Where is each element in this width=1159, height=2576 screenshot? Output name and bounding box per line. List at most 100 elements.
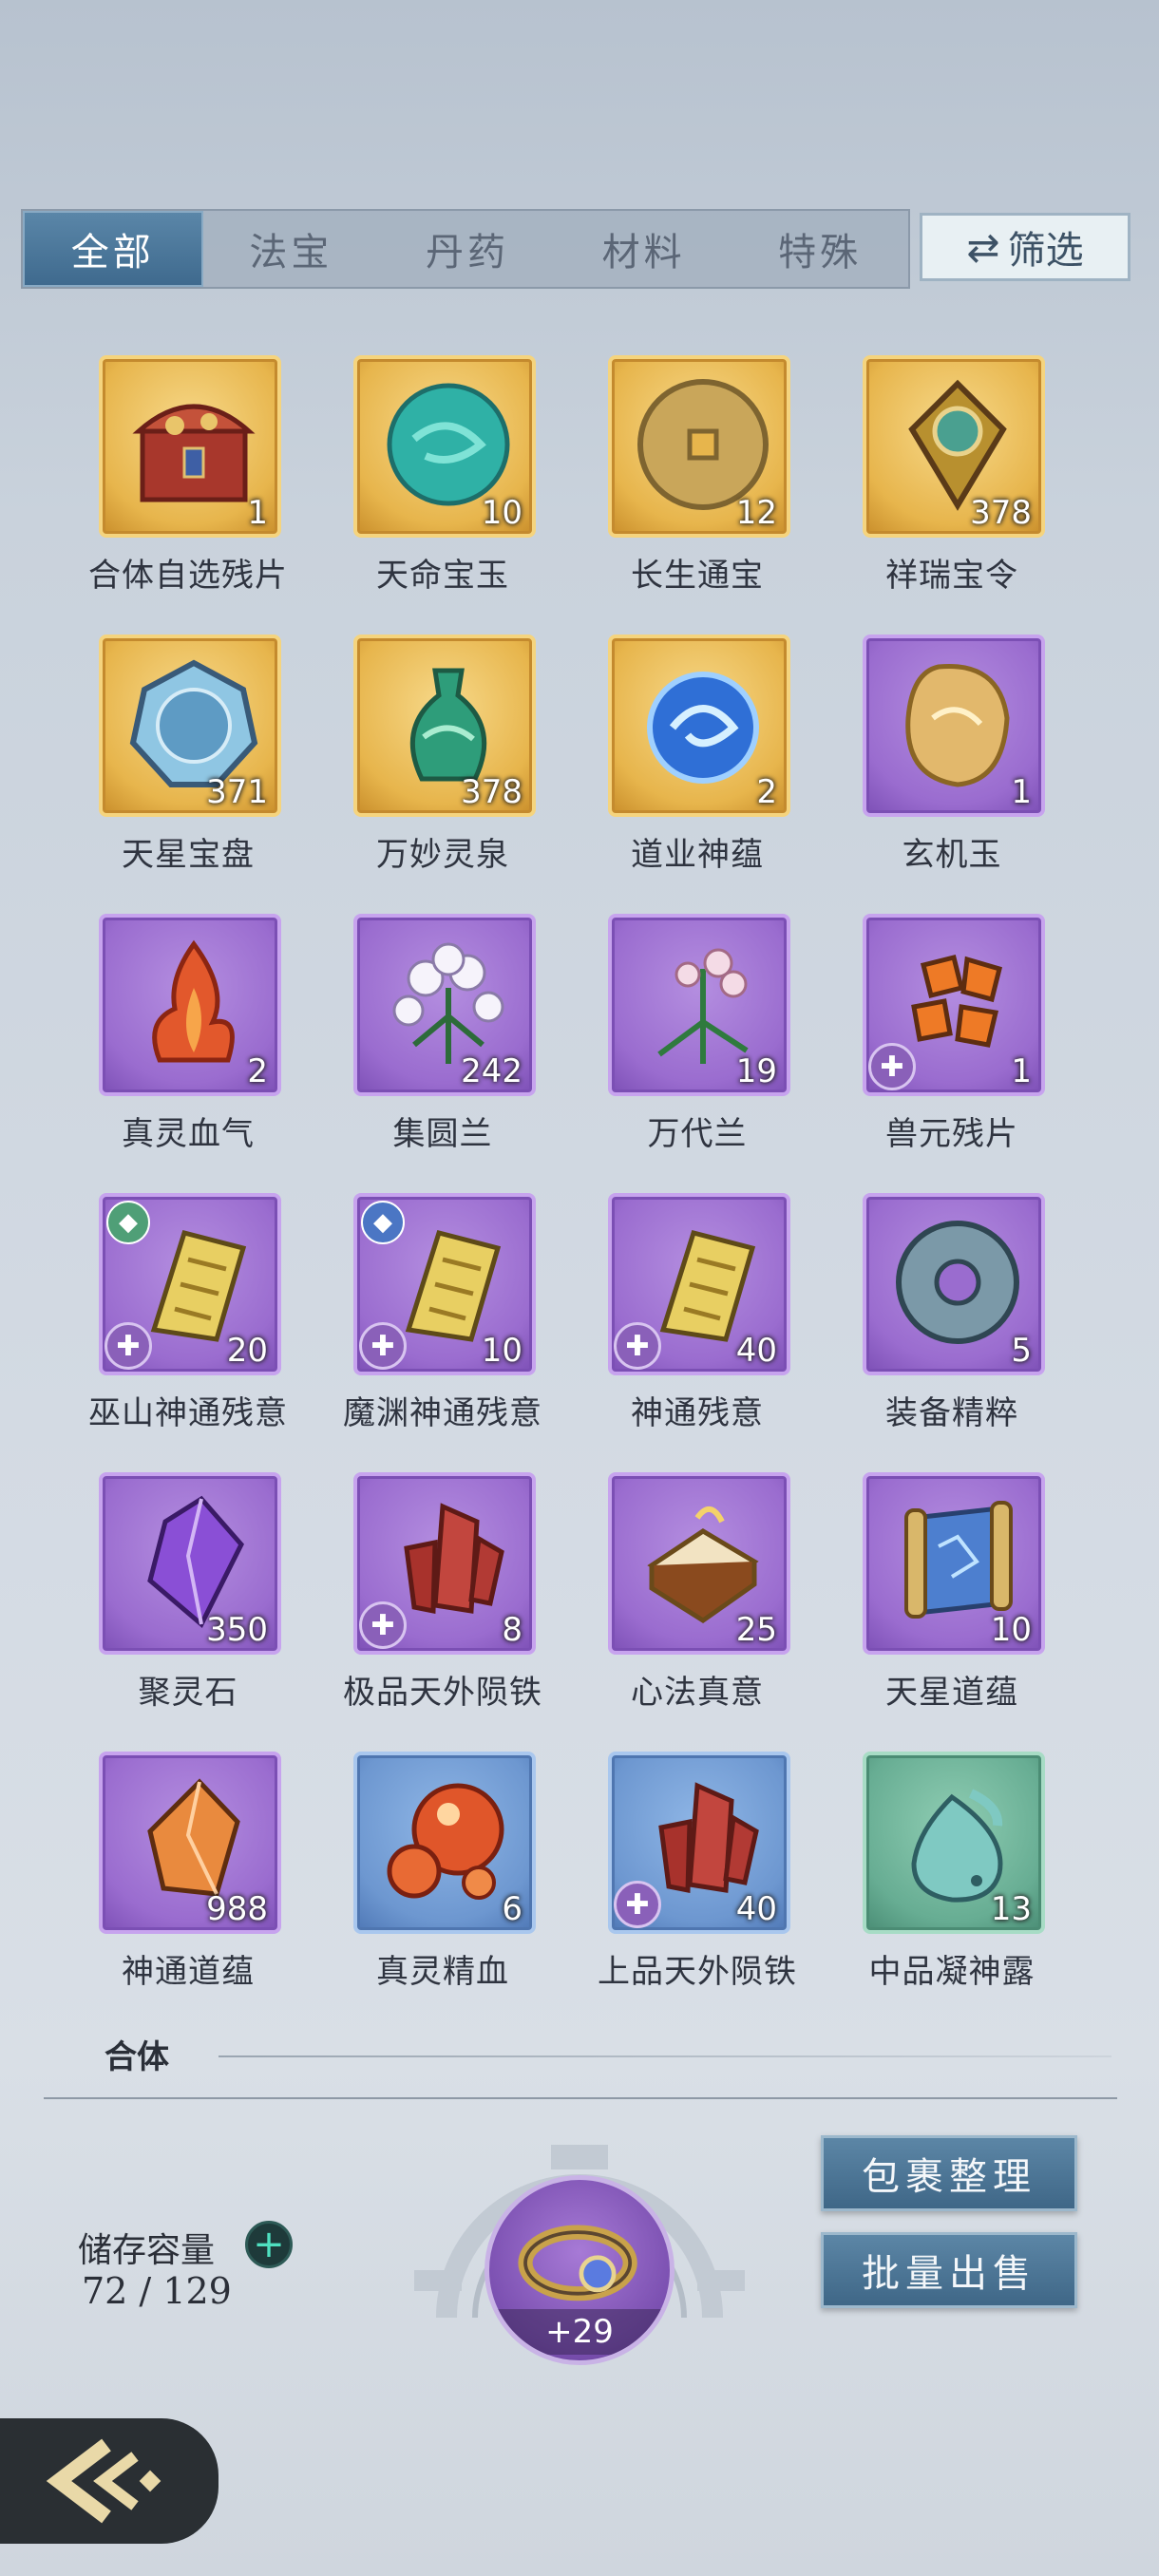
item-name: 祥瑞宝令	[885, 557, 1018, 595]
swap-arrows-icon: ⇄	[966, 223, 1000, 271]
fragment-puzzle-icon: ✚	[359, 1601, 407, 1649]
inventory-item[interactable]: ◆ ✚ 10 魔渊神通残意	[281, 1191, 542, 1457]
item-count: 1	[247, 494, 268, 532]
item-slot: ✚ 8	[353, 1472, 536, 1655]
item-count: 25	[735, 1611, 777, 1649]
item-slot: 350	[99, 1472, 281, 1655]
tab-treasures[interactable]: 法宝	[203, 211, 380, 287]
tab-all[interactable]: 全部	[23, 211, 203, 287]
item-name: 兽元残片	[885, 1115, 1018, 1153]
inventory-item[interactable]: 378 万妙灵泉	[281, 633, 538, 899]
inventory-item[interactable]: 350 聚灵石	[27, 1470, 283, 1736]
inventory-item[interactable]: 5 装备精粹	[790, 1191, 1047, 1457]
item-count: 40	[735, 1332, 777, 1370]
fragment-puzzle-icon: ✚	[104, 1322, 152, 1370]
item-count: 6	[502, 1890, 522, 1928]
section-label: 合体	[104, 2038, 169, 2076]
item-slot: 378	[353, 635, 536, 817]
item-count: 8	[502, 1611, 522, 1649]
sect-emblem-icon: ◆	[361, 1201, 405, 1244]
item-slot: 12	[608, 355, 790, 538]
treasure-chest-icon	[132, 404, 256, 502]
inventory-item[interactable]: 25 心法真意	[536, 1470, 792, 1736]
inventory-item[interactable]: 13 中品凝神露	[790, 1750, 1047, 2016]
item-count: 20	[226, 1332, 268, 1370]
item-slot: ✚ 40	[608, 1752, 790, 1934]
storage-label: 储存容量	[78, 2231, 216, 2270]
stone-ring-icon	[896, 1221, 1019, 1344]
inventory-item[interactable]: 10 天星道蕴	[790, 1470, 1047, 1736]
inventory-item[interactable]: 378 祥瑞宝令	[790, 353, 1047, 619]
item-count: 1	[1011, 773, 1032, 811]
item-count: 5	[1011, 1332, 1032, 1370]
inventory-item[interactable]: 242 集圆兰	[281, 912, 538, 1178]
filter-label: 筛选	[1007, 229, 1084, 273]
inventory-item[interactable]: ✚ 8 极品天外陨铁	[281, 1470, 542, 1736]
item-name: 天星道蕴	[885, 1674, 1018, 1712]
item-count: 350	[206, 1611, 268, 1649]
inventory-item[interactable]: 2 道业神蕴	[536, 633, 792, 899]
fragment-puzzle-icon: ✚	[614, 1322, 661, 1370]
fragment-puzzle-icon: ✚	[359, 1322, 407, 1370]
red-orbs-icon	[387, 1783, 504, 1900]
inventory-item[interactable]: 371 天星宝盘	[27, 633, 283, 899]
item-count: 242	[461, 1052, 522, 1090]
inventory-item[interactable]: 988 神通道蕴	[27, 1750, 283, 2016]
item-slot: 1	[863, 635, 1045, 817]
item-count: 10	[481, 494, 522, 532]
sect-emblem-icon: ◆	[106, 1201, 150, 1244]
fragment-puzzle-icon: ✚	[614, 1881, 661, 1928]
item-count: 378	[970, 494, 1032, 532]
section-divider	[218, 2055, 1112, 2057]
inventory-item[interactable]: 1 合体自选残片	[27, 353, 287, 619]
ring-storage-button[interactable]: +29	[484, 2175, 674, 2365]
back-button[interactable]	[0, 2418, 218, 2544]
tab-pills[interactable]: 丹药	[379, 211, 556, 287]
inventory-item[interactable]: 6 真灵精血	[281, 1750, 538, 2016]
item-slot: 378	[863, 355, 1045, 538]
fragment-puzzle-icon: ✚	[868, 1043, 916, 1090]
item-slot: ✚ 1	[863, 914, 1045, 1096]
organize-button[interactable]: 包裹整理	[821, 2135, 1077, 2211]
bottom-divider	[44, 2097, 1117, 2099]
inventory-item[interactable]: 12 长生通宝	[536, 353, 792, 619]
inventory-item[interactable]: 2 真灵血气	[27, 912, 283, 1178]
expand-storage-button[interactable]: +	[245, 2221, 293, 2268]
inventory-item[interactable]: ◆ ✚ 20 巫山神通残意	[27, 1191, 287, 1457]
inventory-item[interactable]: 10 天命宝玉	[281, 353, 538, 619]
item-slot: 13	[863, 1752, 1045, 1934]
item-slot: ✚ 40	[608, 1193, 790, 1375]
item-count: 378	[461, 773, 522, 811]
item-count: 2	[756, 773, 777, 811]
item-name: 玄机玉	[902, 836, 1002, 874]
plus-icon: +	[253, 2223, 285, 2266]
item-slot: 10	[863, 1472, 1045, 1655]
item-slot: 1	[99, 355, 281, 538]
flame-icon	[152, 939, 235, 1063]
blue-swirl-icon	[647, 672, 759, 784]
item-slot: 5	[863, 1193, 1045, 1375]
item-slot: 371	[99, 635, 281, 817]
item-name: 中品凝神露	[868, 1953, 1036, 1991]
back-arrow-icon	[46, 2438, 162, 2524]
item-slot: 6	[353, 1752, 536, 1934]
inventory-item[interactable]: 1 玄机玉	[790, 633, 1047, 899]
inventory-item[interactable]: ✚ 40 神通残意	[536, 1191, 792, 1457]
item-slot: 988	[99, 1752, 281, 1934]
item-count: 10	[481, 1332, 522, 1370]
item-count: 19	[735, 1052, 777, 1090]
ring-count: +29	[489, 2309, 670, 2355]
item-count: 10	[990, 1611, 1032, 1649]
inventory-item[interactable]: ✚ 1 兽元残片	[790, 912, 1047, 1178]
inventory-item[interactable]: 19 万代兰	[536, 912, 792, 1178]
inventory-item[interactable]: ✚ 40 上品天外陨铁	[536, 1750, 796, 2016]
item-count: 12	[735, 494, 777, 532]
category-tabs: 全部 法宝 丹药 材料 特殊	[21, 209, 910, 289]
tab-special[interactable]: 特殊	[732, 211, 908, 287]
item-count: 40	[735, 1890, 777, 1928]
item-slot: 10	[353, 355, 536, 538]
item-count: 2	[247, 1052, 268, 1090]
filter-button[interactable]: ⇄ 筛选	[920, 213, 1130, 281]
bulk-sell-button[interactable]: 批量出售	[821, 2232, 1077, 2308]
tab-materials[interactable]: 材料	[556, 211, 732, 287]
